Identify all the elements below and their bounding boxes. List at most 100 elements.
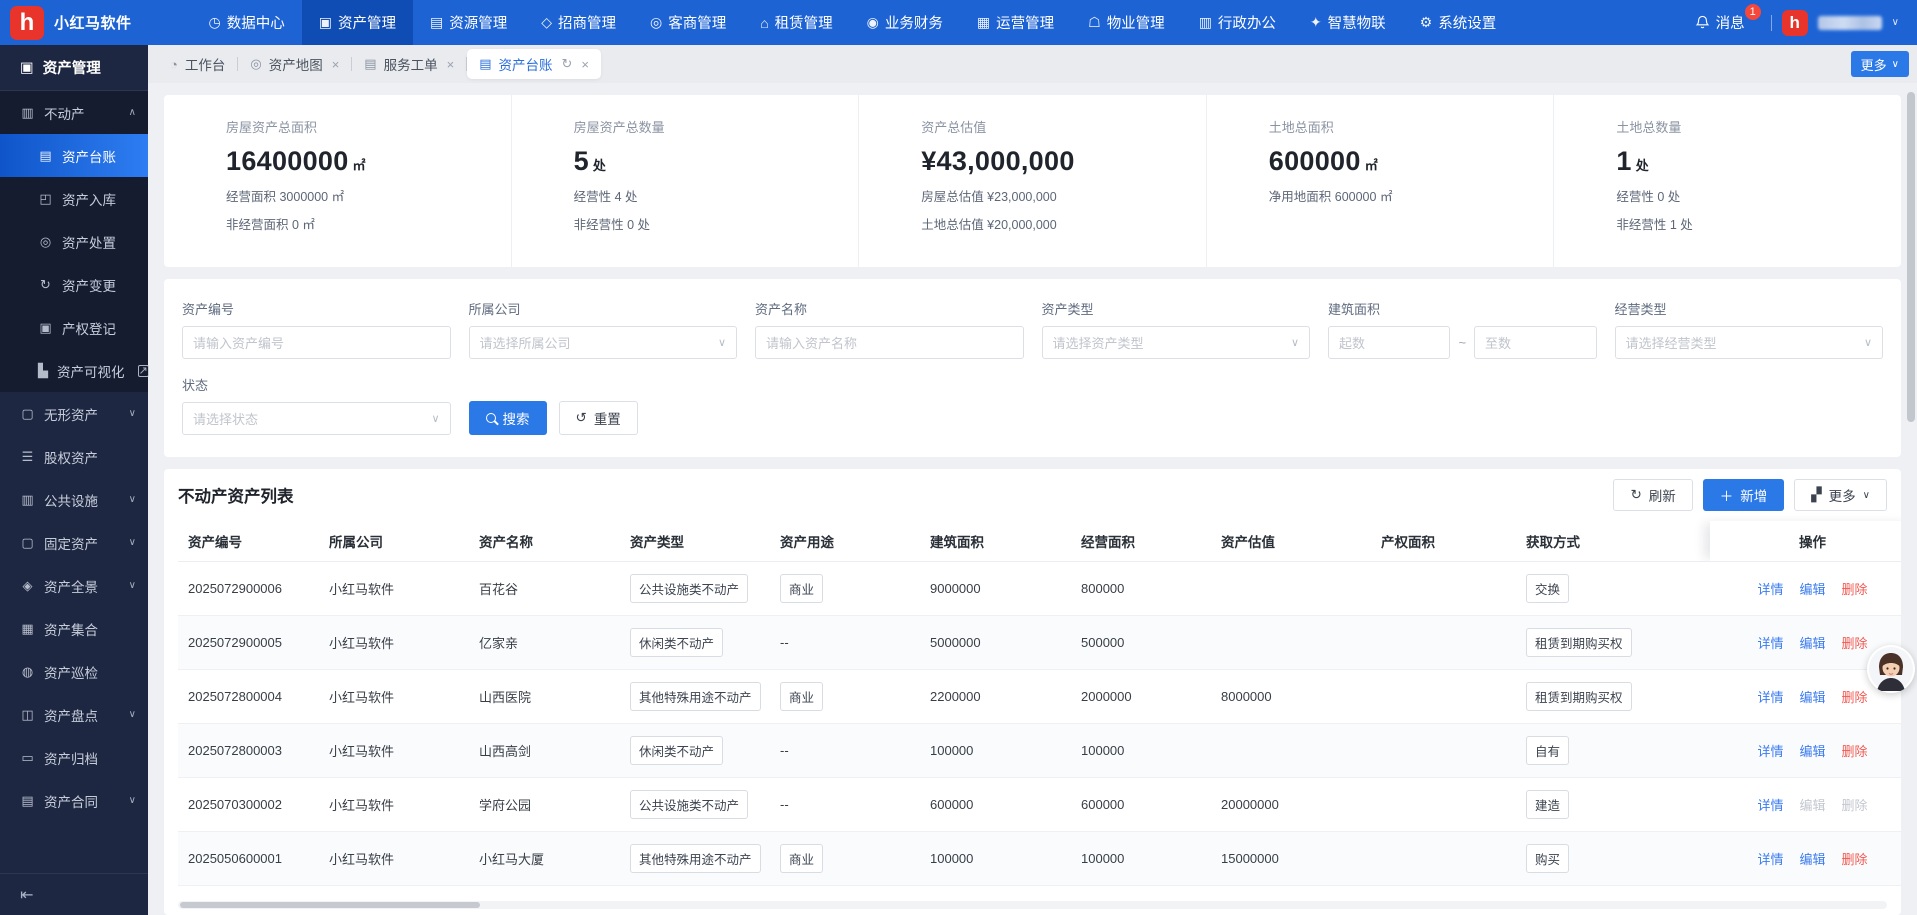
detail-link[interactable]: 详情 xyxy=(1757,636,1783,651)
status-select[interactable]: 请选择状态 ∨ xyxy=(182,402,451,435)
delete-link[interactable]: 删除 xyxy=(1842,690,1868,705)
所属公司-select[interactable]: 请选择所属公司∨ xyxy=(469,326,738,359)
close-icon[interactable]: × xyxy=(581,57,589,72)
tab-资产地图[interactable]: ◎资产地图× xyxy=(238,49,351,79)
top-nav-item-运营管理[interactable]: ▦运营管理 xyxy=(960,0,1071,45)
tabs-more-button[interactable]: 更多 ∨ xyxy=(1851,51,1909,77)
vertical-scrollbar[interactable] xyxy=(1907,88,1915,908)
horizontal-scrollbar-thumb[interactable] xyxy=(180,902,480,908)
delete-link[interactable]: 删除 xyxy=(1842,744,1868,759)
cell-usage: -- xyxy=(770,723,920,777)
stat-房屋资产总面积: 房屋资产总面积16400000㎡经营面积 3000000 ㎡非经营面积 0 ㎡ xyxy=(164,95,511,267)
tab-资产台账[interactable]: ▤资产台账↻× xyxy=(467,49,601,79)
sidebar-item-资产可视化[interactable]: ▙资产可视化↗ xyxy=(0,349,148,392)
top-nav-item-资产管理[interactable]: ▣资产管理 xyxy=(302,0,413,45)
sidebar-item-资产合同[interactable]: ▤资产合同∨ xyxy=(0,779,148,822)
stat-土地总数量: 土地总数量1处经营性 0 处非经营性 1 处 xyxy=(1553,95,1901,267)
reset-button[interactable]: ↺ 重置 xyxy=(559,401,638,435)
user-name-blurred[interactable] xyxy=(1818,16,1882,30)
sidebar-item-公共设施[interactable]: ▥公共设施∨ xyxy=(0,478,148,521)
tab-label: 资产地图 xyxy=(269,54,323,74)
top-nav-item-招商管理[interactable]: ◇招商管理 xyxy=(524,0,633,45)
资产名称-input[interactable]: 请输入资产名称 xyxy=(755,326,1024,359)
sidebar-item-固定资产[interactable]: ▢固定资产∨ xyxy=(0,521,148,564)
sidebar-item-资产处置[interactable]: ◎资产处置 xyxy=(0,220,148,263)
filter-field-所属公司: 所属公司请选择所属公司∨ xyxy=(469,299,738,359)
sidebar-item-资产集合[interactable]: ▦资产集合 xyxy=(0,607,148,650)
top-nav-item-数据中心[interactable]: ◷数据中心 xyxy=(192,0,302,45)
stat-value: 5处 xyxy=(574,146,859,177)
range-from-input[interactable]: 起数 xyxy=(1328,326,1450,359)
range-inputs: 起数~至数 xyxy=(1328,326,1597,359)
top-nav-item-客商管理[interactable]: ◎客商管理 xyxy=(633,0,743,45)
search-button[interactable]: 搜索 xyxy=(469,401,547,435)
delete-link[interactable]: 删除 xyxy=(1842,582,1868,597)
cell-actions: 详情 编辑 删除 xyxy=(1710,831,1901,885)
range-to-input[interactable]: 至数 xyxy=(1474,326,1596,359)
sidebar-item-label: 资产处置 xyxy=(62,232,116,252)
top-nav-label: 业务财务 xyxy=(885,12,943,33)
top-nav-label: 系统设置 xyxy=(1438,12,1496,33)
top-nav-item-智慧物联[interactable]: ✦智慧物联 xyxy=(1293,0,1403,45)
refresh-button[interactable]: ↻ 刷新 xyxy=(1613,479,1692,511)
sidebar-item-label: 资产可视化 xyxy=(57,361,125,381)
资产编号-input[interactable]: 请输入资产编号 xyxy=(182,326,451,359)
sidebar-item-资产归档[interactable]: ▭资产归档 xyxy=(0,736,148,779)
edit-link[interactable]: 编辑 xyxy=(1799,852,1825,867)
contract-icon: ▤ xyxy=(20,793,35,809)
filter-field-资产编号: 资产编号请输入资产编号 xyxy=(182,299,451,359)
user-avatar[interactable]: h xyxy=(1782,10,1808,36)
sidebar-item-资产台账[interactable]: ▤资产台账 xyxy=(0,134,148,177)
资产类型-select[interactable]: 请选择资产类型∨ xyxy=(1042,326,1311,359)
cell-acquire-method: 交换 xyxy=(1516,561,1710,615)
messages-button[interactable]: 消息 1 xyxy=(1695,12,1745,33)
building-icon: ▥ xyxy=(20,105,35,121)
delete-link[interactable]: 删除 xyxy=(1842,636,1868,651)
delete-link[interactable]: 删除 xyxy=(1842,852,1868,867)
sidebar-item-资产巡检[interactable]: ◍资产巡检 xyxy=(0,650,148,693)
sidebar-item-产权登记[interactable]: ▣产权登记 xyxy=(0,306,148,349)
chevron-down-icon[interactable]: ∨ xyxy=(1892,17,1899,28)
top-nav-item-系统设置[interactable]: ⚙系统设置 xyxy=(1403,0,1514,45)
add-button[interactable]: ＋ 新增 xyxy=(1703,479,1785,511)
sidebar-item-资产变更[interactable]: ↻资产变更 xyxy=(0,263,148,306)
detail-link[interactable]: 详情 xyxy=(1757,582,1783,597)
close-icon[interactable]: × xyxy=(332,57,340,72)
sidebar-item-label: 资产巡检 xyxy=(44,662,98,682)
tab-工作台[interactable]: ◔工作台 xyxy=(158,49,237,79)
detail-link[interactable]: 详情 xyxy=(1757,798,1783,813)
stat-subline: 经营面积 3000000 ㎡ xyxy=(226,186,511,205)
top-nav-item-资源管理[interactable]: ▤资源管理 xyxy=(413,0,524,45)
assistant-avatar[interactable] xyxy=(1867,645,1915,693)
edit-link[interactable]: 编辑 xyxy=(1799,690,1825,705)
sidebar-item-无形资产[interactable]: ▢无形资产∨ xyxy=(0,392,148,435)
edit-link[interactable]: 编辑 xyxy=(1799,582,1825,597)
list-more-label: 更多 xyxy=(1829,485,1856,505)
sidebar-item-资产全景[interactable]: ◈资产全景∨ xyxy=(0,564,148,607)
refresh-icon[interactable]: ↻ xyxy=(561,56,572,72)
top-nav-item-行政办公[interactable]: ▥行政办公 xyxy=(1182,0,1293,45)
horizontal-scrollbar[interactable] xyxy=(178,901,1887,909)
input-placeholder: 请输入资产名称 xyxy=(766,333,857,352)
vertical-scrollbar-thumb[interactable] xyxy=(1907,92,1915,422)
sidebar-item-资产盘点[interactable]: ◫资产盘点∨ xyxy=(0,693,148,736)
sidebar-item-不动产[interactable]: ▥不动产∧ xyxy=(0,91,148,134)
edit-link[interactable]: 编辑 xyxy=(1799,636,1825,651)
经营类型-select[interactable]: 请选择经营类型∨ xyxy=(1615,326,1884,359)
tab-服务工单[interactable]: ▤服务工单× xyxy=(352,49,466,79)
list-more-button[interactable]: ▞ 更多 ∨ xyxy=(1794,479,1887,511)
sidebar-item-股权资产[interactable]: ☰股权资产 xyxy=(0,435,148,478)
edit-link[interactable]: 编辑 xyxy=(1799,744,1825,759)
sidebar-collapse-button[interactable]: ⇤ xyxy=(0,873,148,915)
clock-icon: ◷ xyxy=(209,14,221,31)
detail-link[interactable]: 详情 xyxy=(1757,852,1783,867)
sidebar-item-label: 无形资产 xyxy=(44,404,98,424)
top-nav-item-物业管理[interactable]: ☖物业管理 xyxy=(1071,0,1182,45)
close-icon[interactable]: × xyxy=(447,57,455,72)
detail-link[interactable]: 详情 xyxy=(1757,690,1783,705)
sidebar-item-资产入库[interactable]: ◰资产入库 xyxy=(0,177,148,220)
top-nav-item-业务财务[interactable]: ◉业务财务 xyxy=(850,0,960,45)
top-nav-item-租赁管理[interactable]: ⌂租赁管理 xyxy=(743,0,849,45)
detail-link[interactable]: 详情 xyxy=(1757,744,1783,759)
grid-icon: ▞ xyxy=(1811,487,1821,503)
